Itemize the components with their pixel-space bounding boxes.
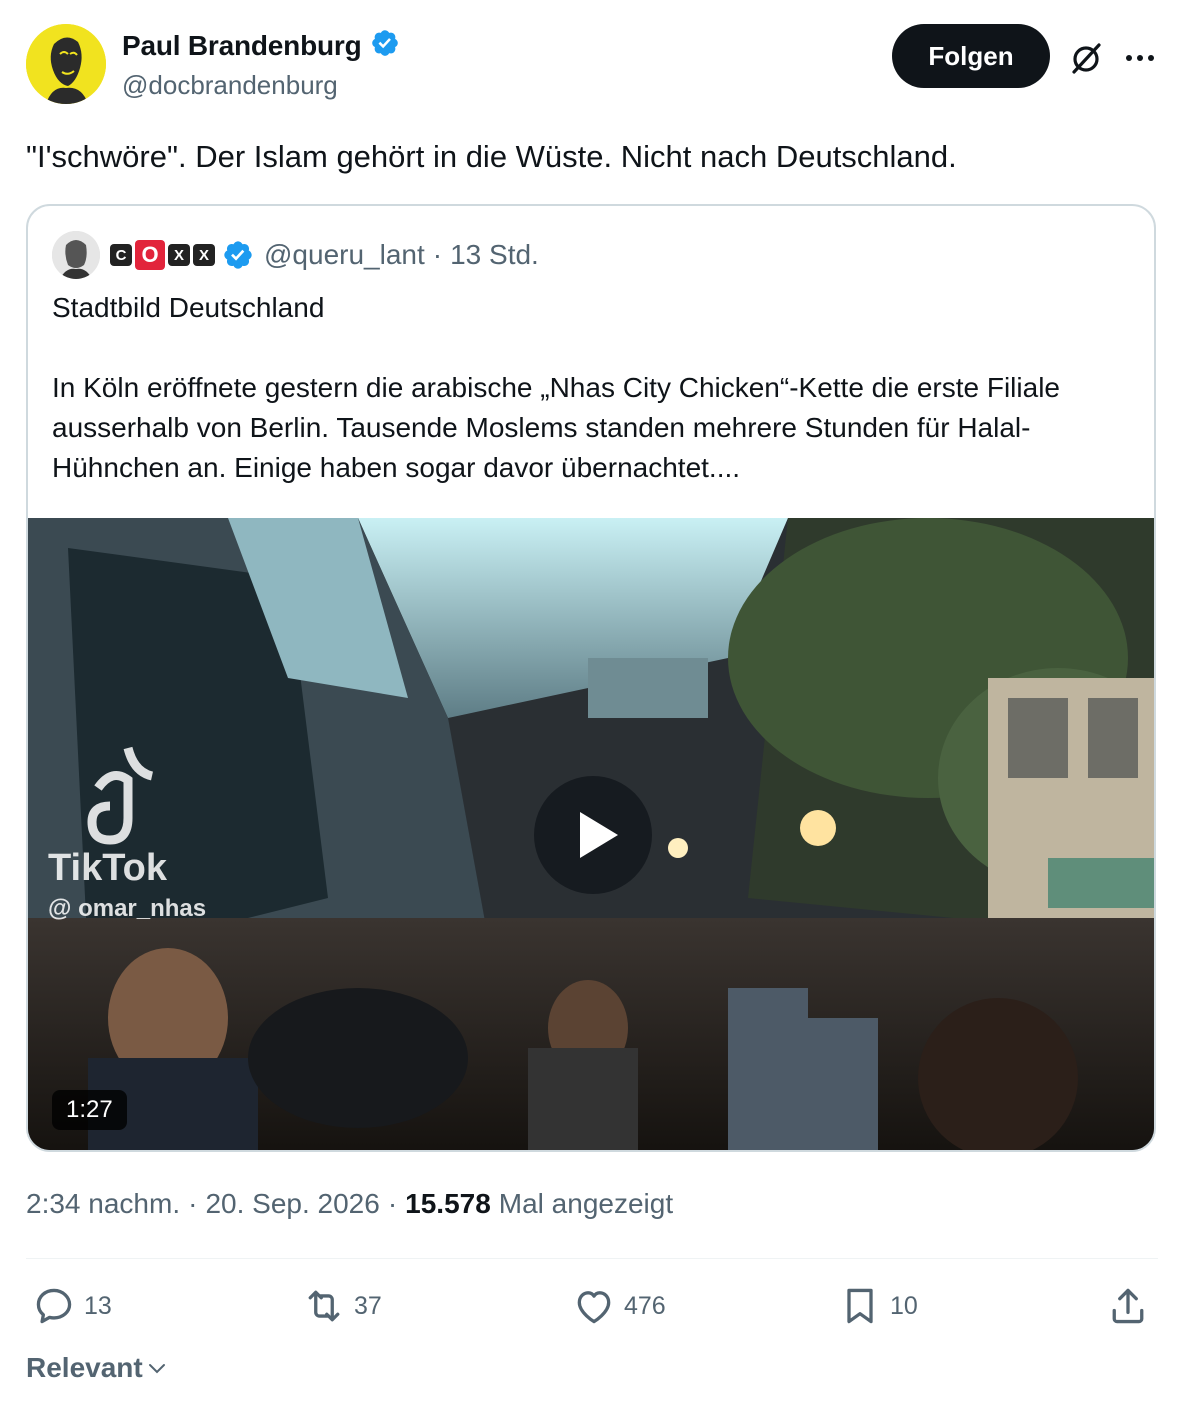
tweet-time[interactable]: 2:34 nachm.	[26, 1188, 180, 1220]
quoted-title: Stadtbild Deutschland	[52, 292, 325, 323]
sort-label: Relevant	[26, 1352, 143, 1383]
reply-icon	[36, 1288, 72, 1324]
divider	[26, 1258, 1158, 1259]
video-duration: 1:27	[52, 1090, 127, 1130]
tweet-author-header: Paul Brandenburg @docbrandenburg Folgen	[26, 24, 1158, 110]
reply-button[interactable]: 13	[32, 1284, 112, 1328]
like-icon	[577, 1291, 611, 1324]
tiktok-handle-text: @ omar_nhas	[48, 895, 206, 922]
emoji-badge-o: O	[135, 240, 165, 270]
tweet-text: "I'schwöre". Der Islam gehört in die Wüs…	[26, 139, 957, 174]
bookmark-count: 10	[890, 1291, 918, 1320]
chevron-down-icon	[148, 1364, 165, 1374]
like-count: 476	[624, 1291, 666, 1320]
more-icon[interactable]	[1120, 38, 1160, 78]
emoji-badge-x1: X	[168, 244, 190, 266]
repost-icon	[308, 1290, 340, 1322]
verified-badge-icon	[370, 28, 400, 63]
emoji-badge-c: C	[110, 244, 132, 266]
play-icon[interactable]	[534, 776, 652, 894]
views-count: 15.578	[405, 1188, 491, 1219]
verified-badge-icon	[222, 239, 254, 271]
quoted-author-avatar[interactable]	[52, 231, 100, 279]
separator: ·	[432, 239, 443, 270]
grok-icon[interactable]	[1066, 38, 1106, 78]
tiktok-brand-text: TikTok	[48, 847, 168, 889]
quoted-tweet-header: C O X X @queru_lant · 13 Std.	[52, 230, 539, 280]
author-avatar[interactable]	[26, 24, 106, 104]
emoji-badge-x2: X	[193, 244, 215, 266]
share-icon	[1112, 1288, 1144, 1324]
author-handle[interactable]: @docbrandenburg	[122, 70, 338, 101]
quoted-timestamp[interactable]: 13 Std.	[450, 239, 539, 271]
tweet-actions: 13 37 476 10	[26, 1284, 1158, 1334]
tweet-meta: 2:34 nachm. · 20. Sep. 2026 · 15.578 Mal…	[26, 1188, 673, 1220]
tweet-date[interactable]: 20. Sep. 2026	[205, 1188, 379, 1220]
separator: ·	[188, 1188, 198, 1219]
quoted-tweet[interactable]: C O X X @queru_lant · 13 Std. Stadtbild …	[26, 204, 1156, 1152]
share-button[interactable]	[1106, 1284, 1150, 1328]
like-button[interactable]: 476	[572, 1284, 666, 1328]
repost-count: 37	[354, 1291, 382, 1320]
replies-sort-dropdown[interactable]: Relevant	[26, 1352, 169, 1384]
repost-button[interactable]: 37	[302, 1284, 382, 1328]
author-display-name[interactable]: Paul Brandenburg	[122, 30, 362, 62]
quoted-text: In Köln eröffnete gestern die arabische …	[52, 372, 1060, 483]
video-player[interactable]: TikTok @ omar_nhas 1:27	[28, 518, 1154, 1150]
views-label: Mal angezeigt	[498, 1188, 674, 1219]
quoted-author-handle[interactable]: @queru_lant	[264, 239, 425, 271]
bookmark-icon	[847, 1288, 873, 1324]
bookmark-button[interactable]: 10	[838, 1284, 918, 1328]
follow-button[interactable]: Folgen	[892, 24, 1050, 88]
separator: ·	[387, 1188, 398, 1219]
quoted-tweet-body: Stadtbild Deutschland In Köln eröffnete …	[52, 288, 1142, 488]
reply-count: 13	[84, 1291, 112, 1320]
author-name-row: Paul Brandenburg	[122, 28, 400, 63]
